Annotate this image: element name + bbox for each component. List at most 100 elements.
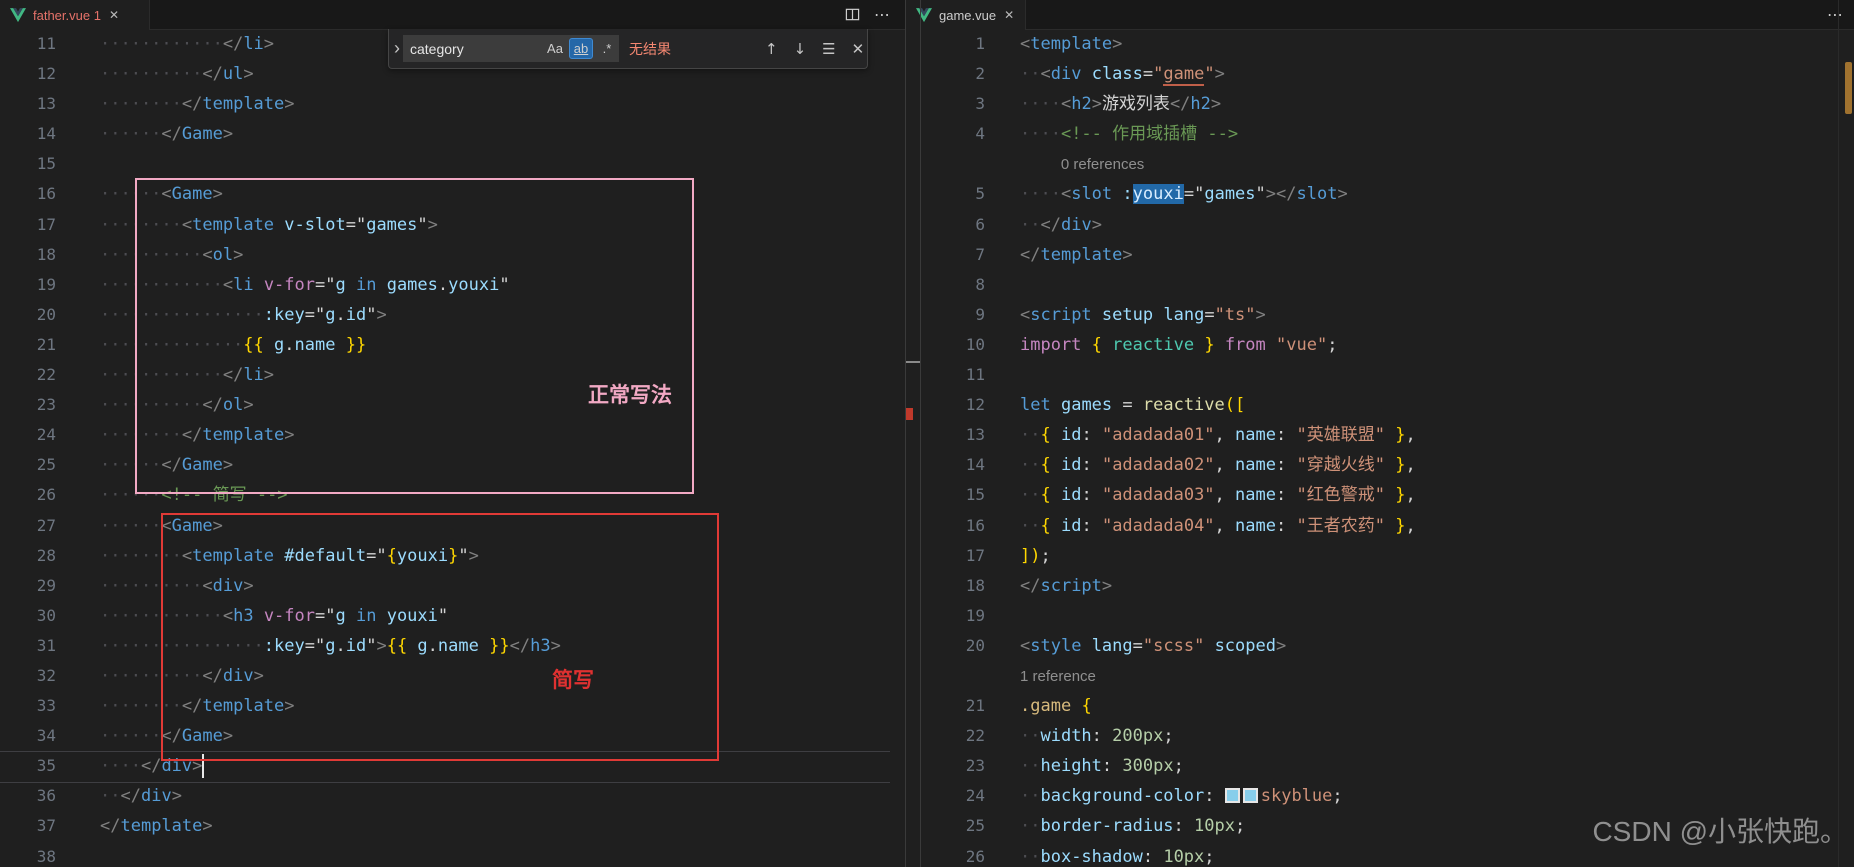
- color-swatch[interactable]: [1224, 788, 1240, 804]
- whitespace-dots: ··: [1020, 726, 1041, 747]
- close-icon[interactable]: ✕: [1004, 8, 1014, 22]
- previous-match-icon[interactable]: ↑: [765, 40, 778, 58]
- code-line[interactable]: 28 ········<template #default="{youxi}">: [0, 541, 905, 571]
- code-line[interactable]: 9 <script setup lang="ts">: [921, 300, 1838, 330]
- code-text: ··{ id: "adadada04", name: "王者农药" },: [1020, 515, 1416, 536]
- code-line[interactable]: 10 import { reactive } from "vue";: [921, 330, 1838, 360]
- line-number: 35: [36, 756, 56, 776]
- code-line[interactable]: 36 ··</div>: [0, 781, 905, 811]
- whitespace-dots: ··········: [100, 665, 203, 686]
- code-line[interactable]: 2 ··<div class="game">: [921, 59, 1838, 89]
- code-line[interactable]: 13 ········</template>: [0, 89, 905, 119]
- code-line[interactable]: 15: [0, 149, 905, 179]
- code-line[interactable]: 31 ················:key="g.id">{{ g.name …: [0, 631, 905, 661]
- code-line[interactable]: 34 ······</Game>: [0, 721, 905, 751]
- code-line[interactable]: 26 ······<!-- 简写 -->: [0, 480, 905, 510]
- next-match-icon[interactable]: ↓: [794, 40, 807, 58]
- codelens-row[interactable]: 1 reference: [921, 661, 1838, 691]
- code-line[interactable]: 22 ··width: 200px;: [921, 721, 1838, 751]
- code-line[interactable]: 24 ··background-color: skyblue;: [921, 781, 1838, 811]
- code-text: ]);: [1020, 545, 1051, 566]
- code-line[interactable]: 32 ··········</div>: [0, 661, 905, 691]
- line-number: 29: [36, 575, 56, 595]
- color-swatch[interactable]: [1242, 788, 1258, 804]
- code-line[interactable]: 15 ··{ id: "adadada03", name: "红色警戒" },: [921, 480, 1838, 510]
- code-line[interactable]: 7 </template>: [921, 240, 1838, 270]
- codelens-row[interactable]: 0 references: [921, 149, 1838, 179]
- code-text: ··········<ol>: [100, 244, 244, 265]
- toggle-replace-icon[interactable]: ›: [394, 38, 400, 59]
- close-icon[interactable]: ✕: [109, 8, 119, 22]
- code-text: ················:key="g.id">{{ g.name }}…: [100, 635, 561, 656]
- code-text: ··········</div>: [100, 665, 264, 686]
- code-line[interactable]: 16 ······<Game>: [0, 179, 905, 209]
- code-line[interactable]: 35 ····</div>: [0, 751, 905, 781]
- vscode-window: father.vue 1 ✕ ⋯ game.vue ✕ ⋯ 11 ········…: [0, 0, 1854, 867]
- code-line[interactable]: 1 <template>: [921, 29, 1838, 59]
- editor-father-vue[interactable]: 11 ············</li> 12 ··········</ul> 13 ··…: [0, 29, 905, 867]
- code-line[interactable]: 30 ············<h3 v-for="g in youxi": [0, 601, 905, 631]
- editor-game-vue[interactable]: 1 <template> 2 ··<div class="game"> 3 ····<h2…: [921, 29, 1838, 867]
- code-line[interactable]: 33 ········</template>: [0, 691, 905, 721]
- code-line[interactable]: 29 ··········<div>: [0, 571, 905, 601]
- find-in-selection-icon[interactable]: ☰: [822, 40, 835, 58]
- code-line[interactable]: 21 ··············{{ g.name }}: [0, 330, 905, 360]
- code-line[interactable]: 3 ····<h2>游戏列表</h2>: [921, 89, 1838, 119]
- search-input[interactable]: [403, 35, 550, 62]
- code-line[interactable]: 17 ········<template v-slot="games">: [0, 210, 905, 240]
- code-line[interactable]: 17]);: [921, 541, 1838, 571]
- more-actions-icon[interactable]: ⋯: [874, 5, 891, 24]
- code-line[interactable]: 13 ··{ id: "adadada01", name: "英雄联盟" },: [921, 420, 1838, 450]
- code-line[interactable]: 14 ······</Game>: [0, 119, 905, 149]
- code-line[interactable]: 4 ····<!-- 作用域插槽 -->: [921, 119, 1838, 149]
- code-text: .game {: [1020, 696, 1092, 717]
- code-line[interactable]: 19 ············<li v-for="g in games.youx…: [0, 270, 905, 300]
- code-line[interactable]: 23 ··height: 300px;: [921, 751, 1838, 781]
- code-line[interactable]: 11: [921, 360, 1838, 390]
- editor-group-border[interactable]: [905, 0, 906, 867]
- code-line[interactable]: 23 ··········</ol>: [0, 390, 905, 420]
- code-line[interactable]: 14 ··{ id: "adadada02", name: "穿越火线" },: [921, 450, 1838, 480]
- tab-father-vue[interactable]: father.vue 1 ✕: [0, 0, 150, 30]
- code-line[interactable]: 19: [921, 601, 1838, 631]
- code-line[interactable]: 12 let games = reactive([: [921, 390, 1838, 420]
- close-icon[interactable]: ✕: [852, 40, 865, 58]
- code-line[interactable]: 8: [921, 270, 1838, 300]
- line-number: 19: [36, 274, 56, 294]
- right-overview-ruler-mark[interactable]: [1845, 62, 1852, 114]
- code-text: ······<Game>: [100, 515, 223, 536]
- code-line[interactable]: 38: [0, 842, 905, 867]
- code-line[interactable]: 21 .game {: [921, 691, 1838, 721]
- code-line[interactable]: 22 ············</li>: [0, 360, 905, 390]
- whitespace-dots: ············: [100, 365, 223, 386]
- tab-game-vue[interactable]: game.vue ✕: [906, 0, 1026, 30]
- whole-word-icon[interactable]: ab: [569, 38, 593, 59]
- line-number: 12: [36, 64, 56, 84]
- line-number: 23: [36, 395, 56, 415]
- code-line[interactable]: 16 ··{ id: "adadada04", name: "王者农药" },: [921, 511, 1838, 541]
- line-number: 27: [36, 515, 56, 535]
- code-text: import { reactive } from "vue";: [1020, 334, 1338, 355]
- code-line[interactable]: 20 ················:key="g.id">: [0, 300, 905, 330]
- code-line[interactable]: 24 ········</template>: [0, 420, 905, 450]
- code-line[interactable]: 18 ··········<ol>: [0, 240, 905, 270]
- split-editor-icon[interactable]: [845, 7, 860, 22]
- vue-logo-icon: [10, 7, 26, 22]
- code-line[interactable]: 20 <style lang="scss" scoped>: [921, 631, 1838, 661]
- code-text: <style lang="scss" scoped>: [1020, 635, 1287, 656]
- code-text: ··<div class="game">: [1020, 64, 1225, 87]
- code-line[interactable]: 25 ······</Game>: [0, 450, 905, 480]
- left-tab-bar: father.vue 1 ✕ ⋯: [0, 0, 906, 30]
- code-line[interactable]: 27 ······<Game>: [0, 511, 905, 541]
- more-actions-icon[interactable]: ⋯: [1827, 5, 1844, 24]
- code-line[interactable]: 18 </script>: [921, 571, 1838, 601]
- line-number: 24: [965, 786, 985, 806]
- code-line[interactable]: 6 ··</div>: [921, 210, 1838, 240]
- whitespace-dots: ··: [1020, 64, 1041, 85]
- code-line[interactable]: 37 </template>: [0, 811, 905, 841]
- regex-icon[interactable]: .*: [595, 38, 619, 59]
- match-case-icon[interactable]: Aa: [543, 38, 567, 59]
- code-line[interactable]: 5 ····<slot :youxi="games"></slot>: [921, 179, 1838, 209]
- line-number: 5: [975, 184, 985, 204]
